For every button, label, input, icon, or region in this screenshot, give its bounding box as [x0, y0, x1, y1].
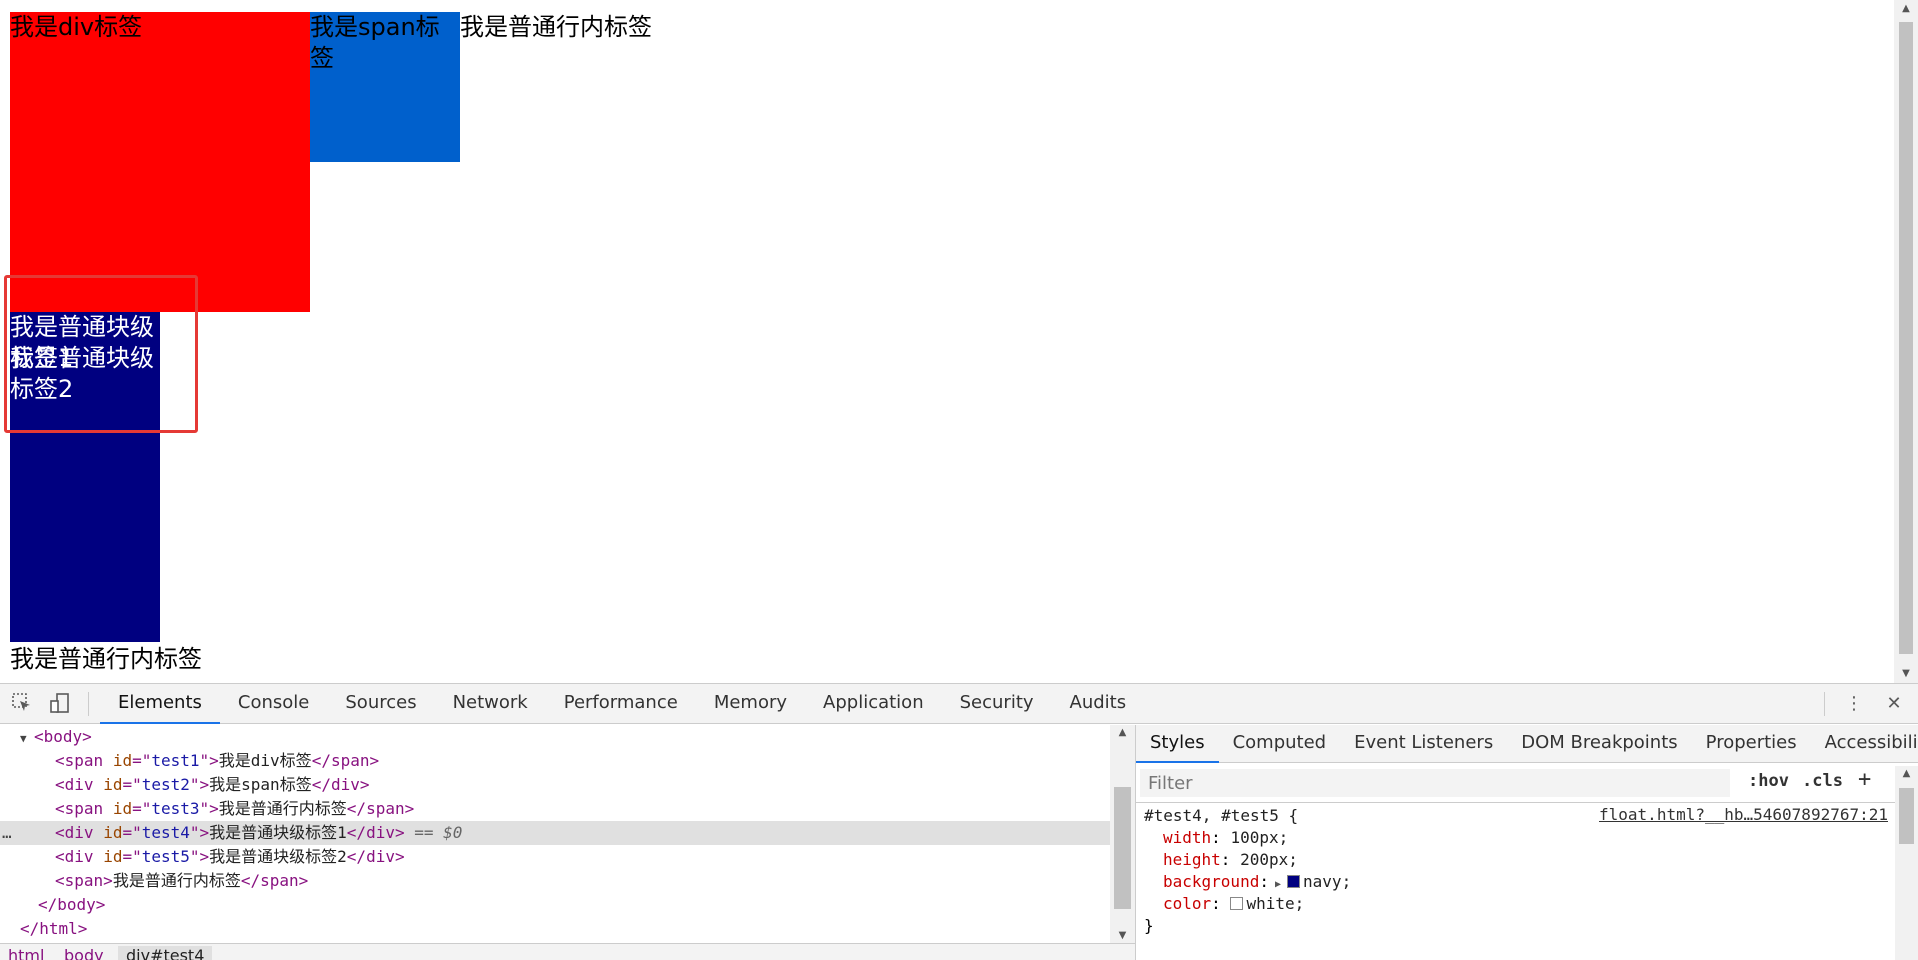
breadcrumb-body[interactable]: body [56, 946, 112, 960]
styles-filter-input[interactable] [1140, 769, 1730, 797]
close-devtools-icon[interactable]: ✕ [1882, 692, 1906, 716]
styles-pane: Styles Computed Event Listeners DOM Brea… [1135, 725, 1918, 960]
devtools-toolbar: Elements Console Sources Network Perform… [0, 684, 1918, 724]
new-style-rule-button[interactable]: + [1858, 767, 1871, 792]
tab-memory[interactable]: Memory [696, 684, 805, 724]
dom-line-body-close[interactable]: </body> [0, 893, 1110, 917]
styles-filter-row: :hov .cls + [1136, 763, 1896, 803]
devtools-tabs: Elements Console Sources Network Perform… [100, 684, 1144, 724]
devtools-panel: Elements Console Sources Network Perform… [0, 683, 1918, 960]
dom-line-body-open[interactable]: ▼ <body> [0, 725, 1110, 749]
elements-scrollbar-thumb[interactable] [1114, 787, 1131, 909]
rule-source-link[interactable]: float.html?__hb…54607892767:21 [1599, 805, 1888, 824]
breadcrumb: html body div#test4 [0, 943, 1135, 960]
tab-styles[interactable]: Styles [1136, 725, 1219, 763]
device-toolbar-icon[interactable] [48, 692, 72, 716]
red-highlight-box [4, 275, 198, 433]
toolbar-divider [88, 692, 89, 716]
styles-scrollbar[interactable]: ▲ [1895, 766, 1918, 960]
style-rule: #test4, #test5 { float.html?__hb…5460789… [1136, 805, 1896, 960]
dom-line-selected[interactable]: … <div id="test4">我是普通块级标签1</div> == $0 [0, 821, 1110, 845]
more-options-icon[interactable]: ⋮ [1842, 692, 1866, 716]
breadcrumb-div-test4[interactable]: div#test4 [118, 946, 213, 960]
dom-line[interactable]: <div id="test5">我是普通块级标签2</div> [0, 845, 1110, 869]
breadcrumb-html[interactable]: html [0, 946, 52, 960]
tab-dom-breakpoints[interactable]: DOM Breakpoints [1507, 725, 1691, 763]
hov-button[interactable]: :hov [1748, 771, 1789, 791]
navy-color-swatch[interactable] [1287, 875, 1301, 888]
tab-security[interactable]: Security [942, 684, 1052, 724]
styles-subtabs: Styles Computed Event Listeners DOM Brea… [1136, 725, 1918, 763]
dom-line[interactable]: <span id="test1">我是div标签</span> [0, 749, 1110, 773]
tab-accessibility[interactable]: Accessibility [1811, 725, 1918, 763]
scroll-down-arrow-icon[interactable]: ▼ [1894, 665, 1918, 683]
tab-event-listeners[interactable]: Event Listeners [1340, 725, 1507, 763]
scroll-up-arrow-icon[interactable]: ▲ [1894, 0, 1918, 18]
tab-application[interactable]: Application [805, 684, 942, 724]
scroll-up-arrow-icon[interactable]: ▲ [1110, 727, 1135, 738]
dom-line[interactable]: <div id="test2">我是span标签</div> [0, 773, 1110, 797]
rule-close-brace: } [1144, 916, 1154, 935]
rule-prop-height[interactable]: height: 200px; [1163, 849, 1298, 871]
styles-scrollbar-thumb[interactable] [1899, 788, 1914, 844]
dom-line[interactable]: <span>我是普通行内标签</span> [0, 869, 1110, 893]
tab-elements[interactable]: Elements [100, 684, 220, 724]
dom-line[interactable]: <span id="test3">我是普通行内标签</span> [0, 797, 1110, 821]
elements-dom-tree: ▼ <body> <span id="test1">我是div标签</span> … [0, 725, 1135, 943]
tab-audits[interactable]: Audits [1052, 684, 1145, 724]
tab-computed[interactable]: Computed [1219, 725, 1341, 763]
rule-prop-background[interactable]: background: ▶ navy; [1163, 871, 1351, 893]
rule-prop-color[interactable]: color: white; [1163, 893, 1304, 915]
test3-inline-text: 我是普通行内标签 [460, 13, 652, 41]
tab-sources[interactable]: Sources [327, 684, 434, 724]
rule-prop-width[interactable]: width: 100px; [1163, 827, 1288, 849]
rule-selector[interactable]: #test4, #test5 { [1144, 805, 1298, 827]
tab-performance[interactable]: Performance [546, 684, 696, 724]
toolbar-divider-right [1824, 692, 1825, 716]
white-color-swatch[interactable] [1230, 897, 1244, 910]
bottom-inline-text: 我是普通行内标签 [10, 645, 202, 673]
tab-network[interactable]: Network [435, 684, 546, 724]
scroll-up-arrow-icon[interactable]: ▲ [1895, 768, 1918, 779]
test1-red-box: 我是div标签 [10, 12, 310, 312]
elements-scrollbar[interactable]: ▲ ▼ [1110, 725, 1135, 943]
cls-button[interactable]: .cls [1802, 771, 1843, 791]
tab-console[interactable]: Console [220, 684, 327, 724]
scroll-down-arrow-icon[interactable]: ▼ [1110, 930, 1135, 941]
screen: 我是div标签 我是span标签 我是普通行内标签 我是普通块级标签1 我是普通… [0, 0, 1918, 960]
tab-properties[interactable]: Properties [1692, 725, 1811, 763]
page-scrollbar-thumb[interactable] [1899, 22, 1913, 654]
inspect-element-icon[interactable] [10, 692, 34, 716]
page-viewport: 我是div标签 我是span标签 我是普通行内标签 我是普通块级标签1 我是普通… [0, 0, 1918, 683]
dom-line-html-close[interactable]: </html> [0, 917, 1110, 941]
page-scrollbar[interactable]: ▲ ▼ [1894, 0, 1918, 683]
collapse-arrow-icon[interactable]: ▼ [20, 727, 34, 751]
test2-blue-box: 我是span标签 [310, 12, 460, 162]
expand-arrow-icon[interactable]: ▶ [1269, 879, 1287, 890]
more-actions-icon[interactable]: … [2, 821, 12, 845]
